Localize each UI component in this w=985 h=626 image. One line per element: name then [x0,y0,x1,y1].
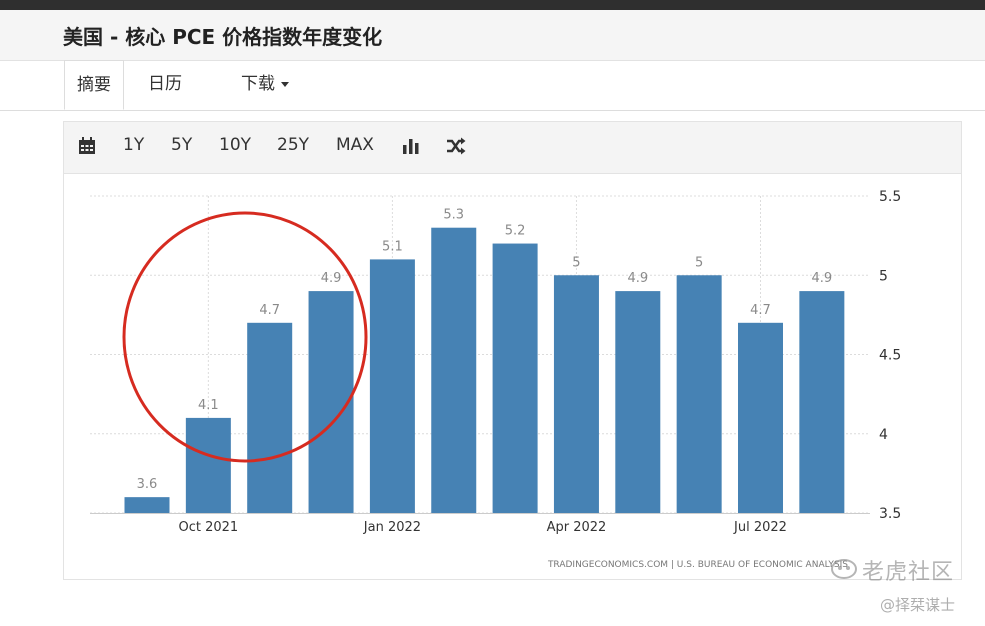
bar-value-label: 4.7 [750,303,771,318]
bar[interactable] [185,417,231,513]
watermark-brand: 老虎社区 [862,560,955,585]
bar-value-label: 4.9 [321,271,342,286]
bar[interactable] [492,243,538,514]
value-label-layer: 3.6 4.1 4.7 4.9 5.1 5.3 5.2 5 4.9 5 4.7 4.9 [137,208,833,492]
x-tick-label: Apr 2022 [547,520,607,535]
bar[interactable] [615,291,661,513]
bar-value-label: 3.6 [137,477,158,492]
bar-value-label: 5 [572,255,580,270]
x-tick-label: Jul 2022 [733,520,787,535]
bar-layer [124,227,845,514]
bar-value-label: 4.7 [259,303,280,318]
y-tick-label: 3.5 [879,506,901,522]
bar-value-label: 5.1 [382,239,403,254]
bar[interactable] [247,322,293,513]
bar-value-label: 5 [695,255,703,270]
bar[interactable] [799,291,845,513]
y-tick-label: 4 [879,427,888,443]
watermark-author: @择栞谋士 [880,596,956,614]
tiger-logo-icon [831,559,857,579]
x-tick-label: Jan 2022 [363,520,421,535]
bar[interactable] [369,259,415,513]
bar-chart: 3.6 4.1 4.7 4.9 5.1 5.3 5.2 5 4.9 5 4.7 4.9 3.5 4 4.5… [90,189,901,570]
bar[interactable] [676,275,722,513]
x-tick-label: Oct 2021 [178,520,238,535]
bar-value-label: 4.9 [627,271,648,286]
bar[interactable] [124,497,170,513]
bar-value-label: 5.3 [443,208,464,223]
bar-value-label: 4.1 [198,398,219,413]
bar[interactable] [553,275,599,513]
y-tick-label: 4.5 [879,348,901,364]
bar-value-label: 4.9 [812,271,833,286]
bar-value-label: 5.2 [505,224,526,239]
bar[interactable] [738,322,783,513]
y-tick-label: 5 [879,268,888,284]
bar[interactable] [431,227,477,513]
y-tick-label: 5.5 [879,189,901,205]
source-text: TRADINGECONOMICS.COM | U.S. BUREAU OF EC… [547,560,848,570]
